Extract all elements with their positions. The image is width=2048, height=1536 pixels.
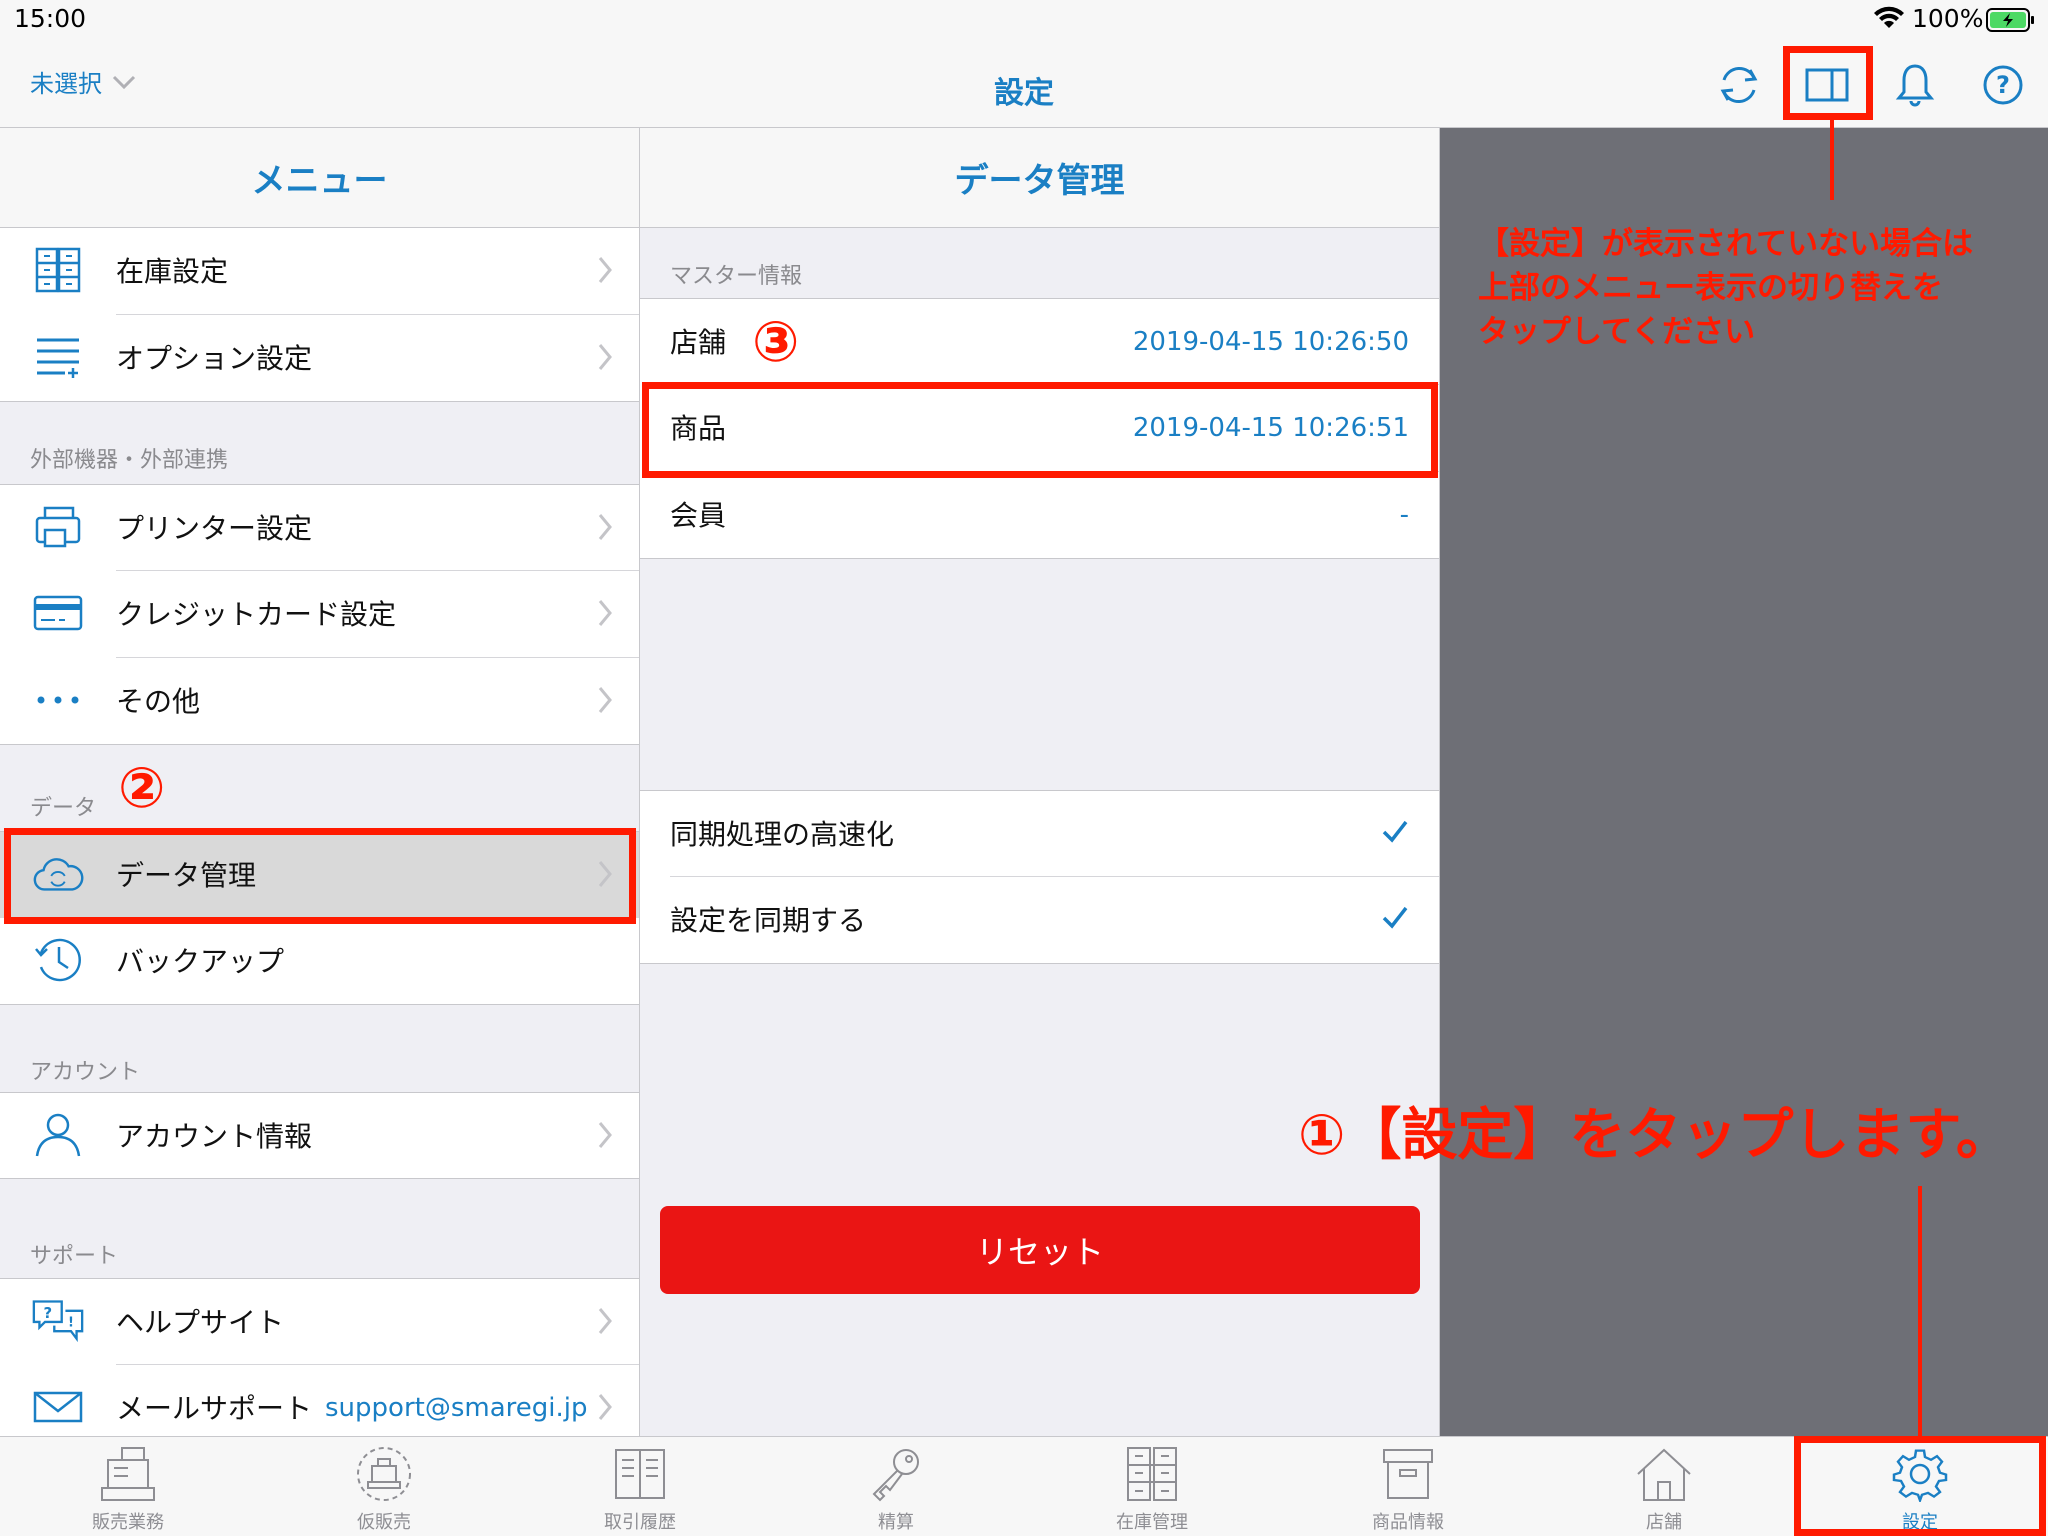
menu-item-help-site[interactable]: ?! ヘルプサイト <box>0 1278 639 1365</box>
menu-item-label: メールサポート <box>116 1392 313 1425</box>
bell-icon[interactable] <box>1890 60 1940 110</box>
mail-icon <box>32 1379 84 1435</box>
menu-item-backup[interactable]: バックアップ <box>0 918 639 1005</box>
inventory-icon <box>1122 1440 1182 1502</box>
home-icon <box>1634 1440 1694 1502</box>
tab-label: 商品情報 <box>1372 1512 1444 1533</box>
menu-item-label: プリンター設定 <box>116 512 313 545</box>
annotation-step-3: ③ <box>752 310 800 375</box>
menu-item-label: アカウント情報 <box>116 1120 313 1153</box>
chevron-right-icon <box>597 342 613 372</box>
master-row-timestamp: - <box>1399 500 1409 530</box>
menu-item-credit-card-settings[interactable]: クレジットカード設定 <box>0 571 639 658</box>
checkmark-icon <box>1381 819 1409 843</box>
tab-label: 仮販売 <box>357 1512 411 1533</box>
annotation-line <box>1830 120 1834 200</box>
menu-item-printer-settings[interactable]: プリンター設定 <box>0 484 639 571</box>
chevron-right-icon <box>597 1392 613 1422</box>
menu-item-mail-support[interactable]: メールサポート support@smaregi.jp <box>0 1365 639 1436</box>
master-row-label: 会員 <box>670 499 727 532</box>
annotation-highlight-split-toggle <box>1783 46 1873 120</box>
menu-item-label: オプション設定 <box>116 342 313 375</box>
annotation-step-1: ①【設定】をタップします。 <box>1298 1103 2012 1168</box>
menu-item-label: バックアップ <box>116 945 285 978</box>
menu-item-option-settings[interactable]: オプション設定 <box>0 315 639 402</box>
register-icon <box>98 1440 158 1502</box>
printer-icon <box>32 499 84 555</box>
inventory-icon <box>32 242 84 298</box>
tab-sales[interactable]: 販売業務 <box>0 1440 256 1536</box>
menu-item-label: クレジットカード設定 <box>116 598 397 631</box>
temp-sale-icon <box>354 1440 414 1502</box>
history-icon <box>32 932 84 988</box>
tab-label: 販売業務 <box>92 1512 164 1533</box>
chevron-right-icon <box>597 685 613 715</box>
annotation-highlight-data-management <box>4 828 636 924</box>
svg-text:?: ? <box>43 1304 52 1322</box>
section-label-support: サポート <box>30 1244 119 1269</box>
key-icon <box>866 1440 926 1502</box>
box-icon <box>1378 1440 1438 1502</box>
tab-transaction-history[interactable]: 取引履歴 <box>512 1440 768 1536</box>
wifi-icon <box>1874 6 1904 30</box>
tab-label: 在庫管理 <box>1116 1512 1188 1533</box>
section-label-external: 外部機器・外部連携 <box>30 448 229 473</box>
refresh-icon[interactable] <box>1714 60 1764 110</box>
section-label-account: アカウント <box>30 1060 141 1085</box>
chevron-right-icon <box>597 1306 613 1336</box>
annotation-step-2: ② <box>118 756 166 821</box>
option-row-sync-settings[interactable]: 設定を同期する <box>640 877 1439 964</box>
user-icon <box>32 1107 84 1163</box>
checkmark-icon <box>1381 905 1409 929</box>
section-label-master: マスター情報 <box>670 264 803 289</box>
tab-temp-sale[interactable]: 仮販売 <box>256 1440 512 1536</box>
option-row-fast-sync[interactable]: 同期処理の高速化 <box>640 790 1439 877</box>
tab-product-info[interactable]: 商品情報 <box>1280 1440 1536 1536</box>
detail-header: データ管理 <box>640 128 1439 228</box>
menu-header: メニュー <box>0 128 639 228</box>
more-icon <box>32 672 84 728</box>
annotation-highlight-product-row <box>642 382 1438 478</box>
help-icon[interactable]: ? <box>1978 60 2028 110</box>
reset-button[interactable]: リセット <box>660 1206 1420 1294</box>
master-row-member[interactable]: 会員 - <box>640 472 1439 559</box>
help-chat-icon: ?! <box>32 1293 84 1349</box>
list-add-icon <box>32 329 84 385</box>
chevron-right-icon <box>597 598 613 628</box>
annotation-highlight-settings-tab <box>1794 1436 2046 1536</box>
receipt-book-icon <box>610 1440 670 1502</box>
menu-item-label: 在庫設定 <box>116 255 229 288</box>
option-row-label: 同期処理の高速化 <box>670 818 895 851</box>
chevron-right-icon <box>597 255 613 285</box>
annotation-line <box>1918 1186 1922 1442</box>
tab-label: 精算 <box>878 1512 914 1533</box>
battery-percent: 100% <box>1912 4 1984 33</box>
tab-label: 店舗 <box>1646 1512 1682 1533</box>
menu-item-label: ヘルプサイト <box>116 1306 285 1339</box>
svg-text:!: ! <box>68 1316 74 1331</box>
master-row-label: 店舗 <box>670 326 727 359</box>
tab-label: 取引履歴 <box>604 1512 676 1533</box>
menu-item-other[interactable]: その他 <box>0 658 639 745</box>
menu-item-inventory-settings[interactable]: 在庫設定 <box>0 228 639 315</box>
battery-icon <box>1986 8 2036 32</box>
support-email[interactable]: support@smaregi.jp <box>325 1365 587 1436</box>
tab-settlement[interactable]: 精算 <box>768 1440 1024 1536</box>
svg-text:?: ? <box>1996 71 2010 99</box>
option-row-label: 設定を同期する <box>670 904 867 937</box>
annotation-note: 【設定】が表示されていない場合は 上部のメニュー表示の切り替えを タップしてくだ… <box>1478 226 1974 350</box>
credit-card-icon <box>32 585 84 641</box>
status-clock: 15:00 <box>14 4 87 33</box>
menu-panel: メニュー 在庫設定 オプション設定 外部機器・外部連携 プリンター設定 クレジッ… <box>0 128 640 1436</box>
master-row-timestamp: 2019-04-15 10:26:50 <box>1132 327 1409 357</box>
chevron-right-icon <box>597 512 613 542</box>
section-label-data: データ <box>30 796 97 821</box>
tab-store[interactable]: 店舗 <box>1536 1440 1792 1536</box>
menu-item-label: その他 <box>116 685 201 718</box>
status-bar <box>0 0 2048 40</box>
menu-item-account-info[interactable]: アカウント情報 <box>0 1092 639 1179</box>
chevron-right-icon <box>597 1120 613 1150</box>
tab-inventory[interactable]: 在庫管理 <box>1024 1440 1280 1536</box>
